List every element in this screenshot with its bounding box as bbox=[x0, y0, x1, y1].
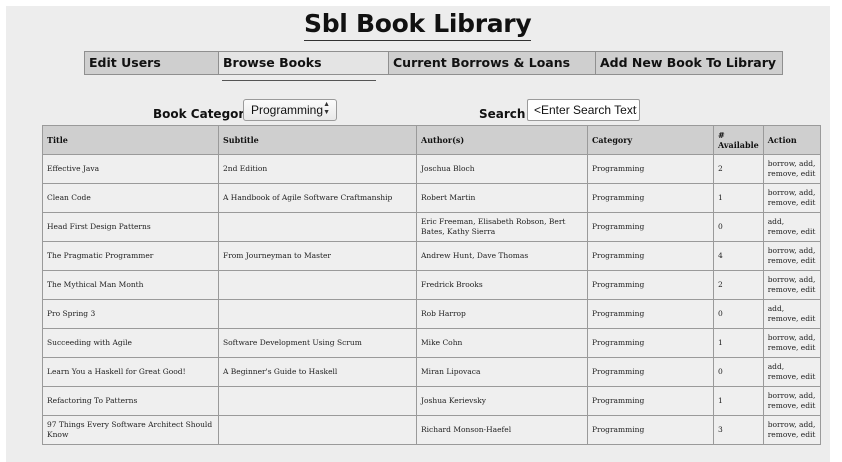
books-table: Title Subtitle Author(s) Category # Avai… bbox=[42, 125, 821, 445]
cell-available: 2 bbox=[713, 270, 764, 300]
cell-authors: Richard Monson-Haefel bbox=[416, 415, 588, 445]
table-row: Learn You a Haskell for Great Good! A Beg… bbox=[42, 357, 821, 387]
cell-available: 0 bbox=[713, 212, 764, 242]
cell-category: Programming bbox=[587, 212, 714, 242]
table-row: Head First Design Patterns Eric Freeman, … bbox=[42, 212, 821, 242]
cell-available: 0 bbox=[713, 299, 764, 329]
table-row: The Pragmatic Programmer From Journeyman … bbox=[42, 241, 821, 271]
cell-available: 1 bbox=[713, 183, 764, 213]
cell-category: Programming bbox=[587, 386, 714, 416]
cell-available: 1 bbox=[713, 328, 764, 358]
cell-title: Succeeding with Agile bbox=[42, 328, 219, 358]
category-select[interactable]: Programming ▲ ▼ bbox=[243, 99, 337, 121]
active-tab-indicator bbox=[222, 80, 376, 81]
cell-title: Refactoring To Patterns bbox=[42, 386, 219, 416]
cell-subtitle: 2nd Edition bbox=[218, 154, 417, 184]
cell-available: 2 bbox=[713, 154, 764, 184]
cell-category: Programming bbox=[587, 154, 714, 184]
cell-actions[interactable]: borrow, add, remove, edit bbox=[762, 270, 821, 300]
cell-title: Effective Java bbox=[42, 154, 219, 184]
table-row: The Mythical Man Month Fredrick Brooks Pro… bbox=[42, 270, 821, 300]
cell-category: Programming bbox=[587, 415, 714, 445]
table-row: Succeeding with Agile Software Developmen… bbox=[42, 328, 821, 358]
cell-available: 3 bbox=[713, 415, 764, 445]
search-input[interactable] bbox=[527, 99, 640, 121]
cell-subtitle: A Handbook of Agile Software Craftmanshi… bbox=[218, 183, 417, 213]
page-container: Sbl Book Library Edit Users Browse Books C… bbox=[6, 6, 830, 462]
table-row: Clean Code A Handbook of Agile Software C… bbox=[42, 183, 821, 213]
cell-title: Clean Code bbox=[42, 183, 219, 213]
cell-category: Programming bbox=[587, 270, 714, 300]
cell-available: 4 bbox=[713, 241, 764, 271]
cell-actions[interactable]: borrow, add, remove, edit bbox=[762, 386, 821, 416]
cell-subtitle bbox=[218, 386, 417, 416]
nav-tab-add-new-book-to-library[interactable]: Add New Book To Library bbox=[596, 52, 782, 74]
col-header-subtitle[interactable]: Subtitle bbox=[218, 125, 417, 155]
cell-authors: Rob Harrop bbox=[416, 299, 588, 329]
cell-available: 1 bbox=[713, 386, 764, 416]
nav-tab-edit-users[interactable]: Edit Users bbox=[85, 52, 219, 74]
main-nav: Edit Users Browse Books Current Borrows & … bbox=[84, 51, 783, 75]
cell-subtitle: Software Development Using Scrum bbox=[218, 328, 417, 358]
cell-category: Programming bbox=[587, 241, 714, 271]
cell-authors: Joshua Kerievsky bbox=[416, 386, 588, 416]
cell-subtitle bbox=[218, 212, 417, 242]
cell-authors: Mike Cohn bbox=[416, 328, 588, 358]
cell-category: Programming bbox=[587, 357, 714, 387]
cell-actions[interactable]: add, remove, edit bbox=[762, 212, 821, 242]
cell-authors: Joschua Bloch bbox=[416, 154, 588, 184]
cell-subtitle bbox=[218, 270, 417, 300]
col-header-category[interactable]: Category bbox=[587, 125, 714, 155]
col-header-action: Action bbox=[762, 125, 821, 155]
table-row: Refactoring To Patterns Joshua Kerievsky P… bbox=[42, 386, 821, 416]
cell-category: Programming bbox=[587, 328, 714, 358]
cell-authors: Eric Freeman, Elisabeth Robson, Bert Bat… bbox=[416, 212, 588, 242]
cell-actions[interactable]: borrow, add, remove, edit bbox=[762, 154, 821, 184]
cell-subtitle bbox=[218, 415, 417, 445]
col-header-available[interactable]: # Available bbox=[713, 125, 764, 155]
cell-authors: Fredrick Brooks bbox=[416, 270, 588, 300]
select-arrows-icon: ▲ ▼ bbox=[323, 101, 330, 116]
cell-title: Pro Spring 3 bbox=[42, 299, 219, 329]
category-select-value: Programming bbox=[251, 103, 324, 117]
cell-authors: Robert Martin bbox=[416, 183, 588, 213]
cell-actions[interactable]: borrow, add, remove, edit bbox=[762, 241, 821, 271]
col-header-authors[interactable]: Author(s) bbox=[416, 125, 588, 155]
page-title: Sbl Book Library bbox=[304, 9, 532, 41]
cell-title: The Pragmatic Programmer bbox=[42, 241, 219, 271]
table-row: Effective Java 2nd Edition Joschua Bloch Pr… bbox=[42, 154, 821, 184]
cell-title: The Mythical Man Month bbox=[42, 270, 219, 300]
col-header-title[interactable]: Title bbox=[42, 125, 219, 155]
cell-category: Programming bbox=[587, 299, 714, 329]
nav-tab-browse-books[interactable]: Browse Books bbox=[219, 52, 389, 74]
table-header-row: Title Subtitle Author(s) Category # Avai… bbox=[42, 125, 821, 155]
table-row: Pro Spring 3 Rob Harrop Programming 0 add, r… bbox=[42, 299, 821, 329]
cell-title: Learn You a Haskell for Great Good! bbox=[42, 357, 219, 387]
cell-actions[interactable]: borrow, add, remove, edit bbox=[762, 328, 821, 358]
cell-authors: Andrew Hunt, Dave Thomas bbox=[416, 241, 588, 271]
cell-available: 0 bbox=[713, 357, 764, 387]
cell-actions[interactable]: add, remove, edit bbox=[762, 299, 821, 329]
cell-actions[interactable]: borrow, add, remove, edit bbox=[762, 415, 821, 445]
cell-subtitle: From Journeyman to Master bbox=[218, 241, 417, 271]
cell-subtitle bbox=[218, 299, 417, 329]
cell-actions[interactable]: add, remove, edit bbox=[762, 357, 821, 387]
cell-category: Programming bbox=[587, 183, 714, 213]
table-row: 97 Things Every Software Architect Shoul… bbox=[42, 415, 821, 445]
cell-title: 97 Things Every Software Architect Shoul… bbox=[42, 415, 219, 445]
nav-tab-current-borrows-loans[interactable]: Current Borrows & Loans bbox=[389, 52, 596, 74]
cell-title: Head First Design Patterns bbox=[42, 212, 219, 242]
cell-actions[interactable]: borrow, add, remove, edit bbox=[762, 183, 821, 213]
cell-authors: Miran Lipovaca bbox=[416, 357, 588, 387]
cell-subtitle: A Beginner's Guide to Haskell bbox=[218, 357, 417, 387]
